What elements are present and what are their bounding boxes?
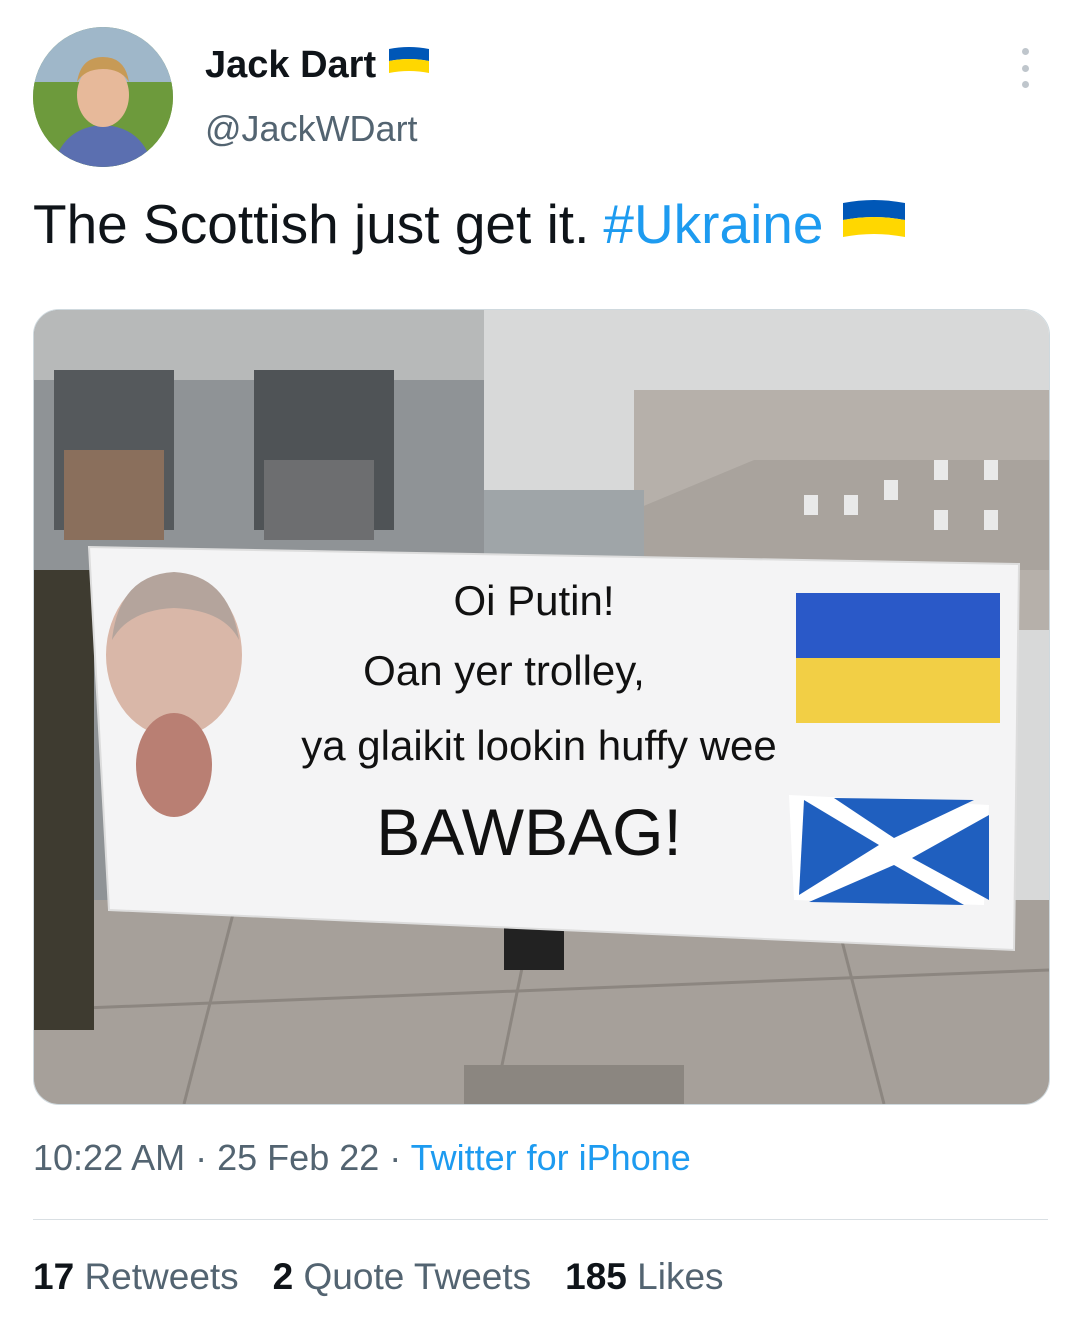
tweet-body: The Scottish just get it. [33,193,590,255]
banner-line-1: Oi Putin! [453,577,614,624]
tweet-time[interactable]: 10:22 AM [33,1137,185,1178]
tweet-source-link[interactable]: Twitter for iPhone [411,1137,691,1178]
meta-separator: · [195,1137,208,1178]
ukraine-flag-icon [386,44,432,87]
avatar[interactable] [33,27,173,167]
retweets-stat[interactable]: 17 Retweets [33,1256,239,1298]
banner-line-2: Oan yer trolley, [363,647,645,694]
author-name-row[interactable]: Jack Dart [205,44,432,87]
likes-stat[interactable]: 185 Likes [565,1256,723,1298]
tweet-text: The Scottish just get it. #Ukraine [33,190,907,258]
tweet-image[interactable]: Oi Putin! Oan yer trolley, ya glaikit lo… [33,309,1050,1105]
tweet-meta: 10:22 AM · 25 Feb 22 · Twitter for iPhon… [33,1137,691,1179]
more-options-icon[interactable] [1010,48,1040,88]
meta-separator: · [389,1137,402,1178]
author-name[interactable]: Jack Dart [205,44,376,87]
banner-line-3: ya glaikit lookin huffy wee [301,722,777,769]
divider [33,1219,1048,1220]
engagement-stats: 17 Retweets 2 Quote Tweets 185 Likes [33,1256,724,1298]
banner-line-4: BAWBAG! [376,795,682,869]
quote-tweets-stat[interactable]: 2 Quote Tweets [273,1256,531,1298]
ukraine-flag-icon [841,190,907,258]
author-handle[interactable]: @JackWDart [205,108,418,150]
hashtag-link[interactable]: #Ukraine [603,190,823,258]
tweet-date[interactable]: 25 Feb 22 [217,1137,379,1178]
